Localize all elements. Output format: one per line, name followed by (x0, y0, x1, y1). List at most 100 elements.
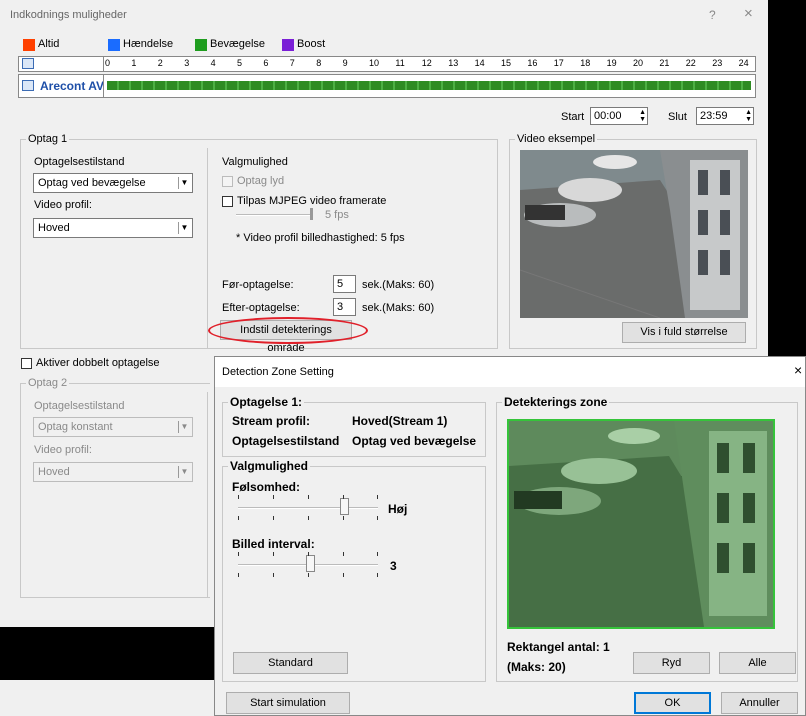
help-button[interactable]: ? (709, 8, 716, 22)
timeline-hour-label: 1 (131, 58, 137, 68)
dialog-optag-group (222, 402, 486, 457)
timeline-hour-label: 14 (474, 58, 485, 68)
post-record-unit: sek.(Maks: 60) (362, 302, 435, 314)
standard-button[interactable]: Standard (233, 652, 348, 674)
start-simulation-button[interactable]: Start simulation (226, 692, 350, 714)
optag1-profile-select[interactable]: Hoved ▼ (33, 218, 193, 238)
timeline-hour-label: 10 (369, 58, 380, 68)
timeline-hour-label: 0 (105, 58, 111, 68)
detection-zone-title: Detekterings zone (502, 395, 610, 409)
framerate-note: * Video profil billedhastighed: 5 fps (236, 232, 405, 244)
timeline-ruler[interactable] (18, 56, 756, 72)
fps-slider-thumb[interactable] (310, 208, 313, 220)
dialog-close-button[interactable]: × (794, 362, 802, 378)
timeline-hour-label: 19 (606, 58, 617, 68)
legend-swatch-event (108, 39, 120, 51)
fps-value: 5 fps (325, 209, 349, 221)
pre-record-unit: sek.(Maks: 60) (362, 279, 435, 291)
dialog-valg-title: Valgmulighed (228, 459, 311, 473)
optag2-group (20, 383, 210, 598)
all-button[interactable]: Alle (719, 652, 796, 674)
optag1-title: Optag 1 (26, 133, 70, 145)
optag2-profile-select[interactable]: Hoved ▼ (33, 462, 193, 482)
chevron-down-icon: ▼ (178, 177, 190, 189)
end-spin-icon[interactable]: ▲ ▼ (745, 109, 752, 123)
sensitivity-value: Høj (388, 502, 408, 516)
timeline-divider (103, 57, 104, 72)
pre-record-input[interactable]: 5 (333, 275, 356, 293)
chevron-down-icon: ▼ (178, 421, 190, 433)
timeline-hour-label: 9 (342, 58, 348, 68)
fps-slider-track[interactable] (236, 214, 312, 216)
mjpeg-framerate-checkbox[interactable] (222, 196, 233, 207)
legend-swatch-motion (195, 39, 207, 51)
dialog-title: Detection Zone Setting (222, 366, 334, 378)
ok-button[interactable]: OK (634, 692, 711, 714)
dialog-mode-value: Optag ved bevægelse (352, 434, 477, 448)
end-time-input[interactable]: 23:59 ▲ ▼ (696, 107, 754, 125)
timeline-hour-label: 8 (316, 58, 322, 68)
motion-schedule-bar[interactable] (107, 81, 751, 90)
dialog-mode-label: Optagelsestilstand (232, 434, 340, 448)
camera-icon (22, 80, 34, 91)
timeline-hour-label: 7 (289, 58, 295, 68)
interval-slider-thumb[interactable] (306, 555, 315, 572)
timeline-hour-label: 15 (501, 58, 512, 68)
optag1-mode-select[interactable]: Optag ved bevægelse ▼ (33, 173, 193, 193)
detection-zone-preview[interactable] (507, 419, 775, 629)
dual-record-checkbox[interactable] (21, 358, 32, 369)
legend-label-motion: Bevægelse (210, 38, 266, 50)
timeline-hour-label: 2 (157, 58, 163, 68)
dialog-optag-title: Optagelse 1: (228, 395, 305, 409)
optag2-profile-label: Video profil: (34, 444, 92, 456)
timeline-hour-label: 24 (738, 58, 749, 68)
timeline-hour-label: 22 (685, 58, 696, 68)
optag1-profile-label: Video profil: (34, 199, 92, 211)
start-label: Start (561, 111, 585, 123)
valg-title: Valgmulighed (222, 156, 288, 168)
cancel-button[interactable]: Annuller (721, 692, 798, 714)
clear-button[interactable]: Ryd (633, 652, 710, 674)
rectangle-count: Rektangel antal: 1 (507, 640, 610, 654)
timeline-hour-label: 16 (527, 58, 538, 68)
chevron-down-icon: ▼ (178, 222, 190, 234)
post-record-input[interactable]: 3 (333, 298, 356, 316)
record-audio-checkbox[interactable] (222, 176, 233, 187)
close-button[interactable]: × (744, 5, 753, 22)
legend-swatch-boost (282, 39, 294, 51)
sensitivity-slider-thumb[interactable] (340, 498, 349, 515)
optag2-title: Optag 2 (26, 377, 70, 389)
optag2-mode-label: Optagelsestilstand (34, 400, 125, 412)
stream-profile-value: Hoved(Stream 1) (352, 414, 448, 428)
camera-divider (103, 75, 104, 97)
timeline-hour-label: 23 (712, 58, 723, 68)
optag2-separator (207, 392, 208, 597)
legend-swatch-always (23, 39, 35, 51)
start-time-input[interactable]: 00:00 ▲ ▼ (590, 107, 648, 125)
start-spin-icon[interactable]: ▲ ▼ (639, 109, 646, 123)
grid-icon[interactable] (22, 58, 34, 69)
timeline-hour-label: 18 (580, 58, 591, 68)
dual-record-label: Aktiver dobbelt optagelse (36, 357, 160, 369)
timeline-hour-label: 6 (263, 58, 269, 68)
optag1-mode-label: Optagelsestilstand (34, 156, 125, 168)
end-label: Slut (668, 111, 687, 123)
video-preview-title: Video eksempel (515, 133, 598, 145)
post-record-label: Efter-optagelse: (222, 302, 300, 314)
rectangle-max: (Maks: 20) (507, 660, 566, 674)
legend-label-event: Hændelse (123, 38, 174, 50)
fullsize-button[interactable]: Vis i fuld størrelse (622, 322, 746, 343)
timeline-hour-label: 4 (210, 58, 216, 68)
timeline-hour-label: 5 (237, 58, 243, 68)
timeline-hour-label: 12 (421, 58, 432, 68)
record-audio-label: Optag lyd (237, 175, 285, 187)
sensitivity-slider-track[interactable] (238, 507, 378, 509)
video-preview-image (520, 150, 748, 318)
parking-lot-scene-green (509, 421, 773, 627)
optag2-mode-select[interactable]: Optag konstant ▼ (33, 417, 193, 437)
camera-name[interactable]: Arecont AV (40, 79, 104, 93)
timeline-hour-label: 11 (395, 58, 405, 68)
interval-label: Billed interval: (232, 537, 315, 551)
legend-label-boost: Boost (297, 38, 326, 50)
stream-profile-label: Stream profil: (232, 414, 311, 428)
